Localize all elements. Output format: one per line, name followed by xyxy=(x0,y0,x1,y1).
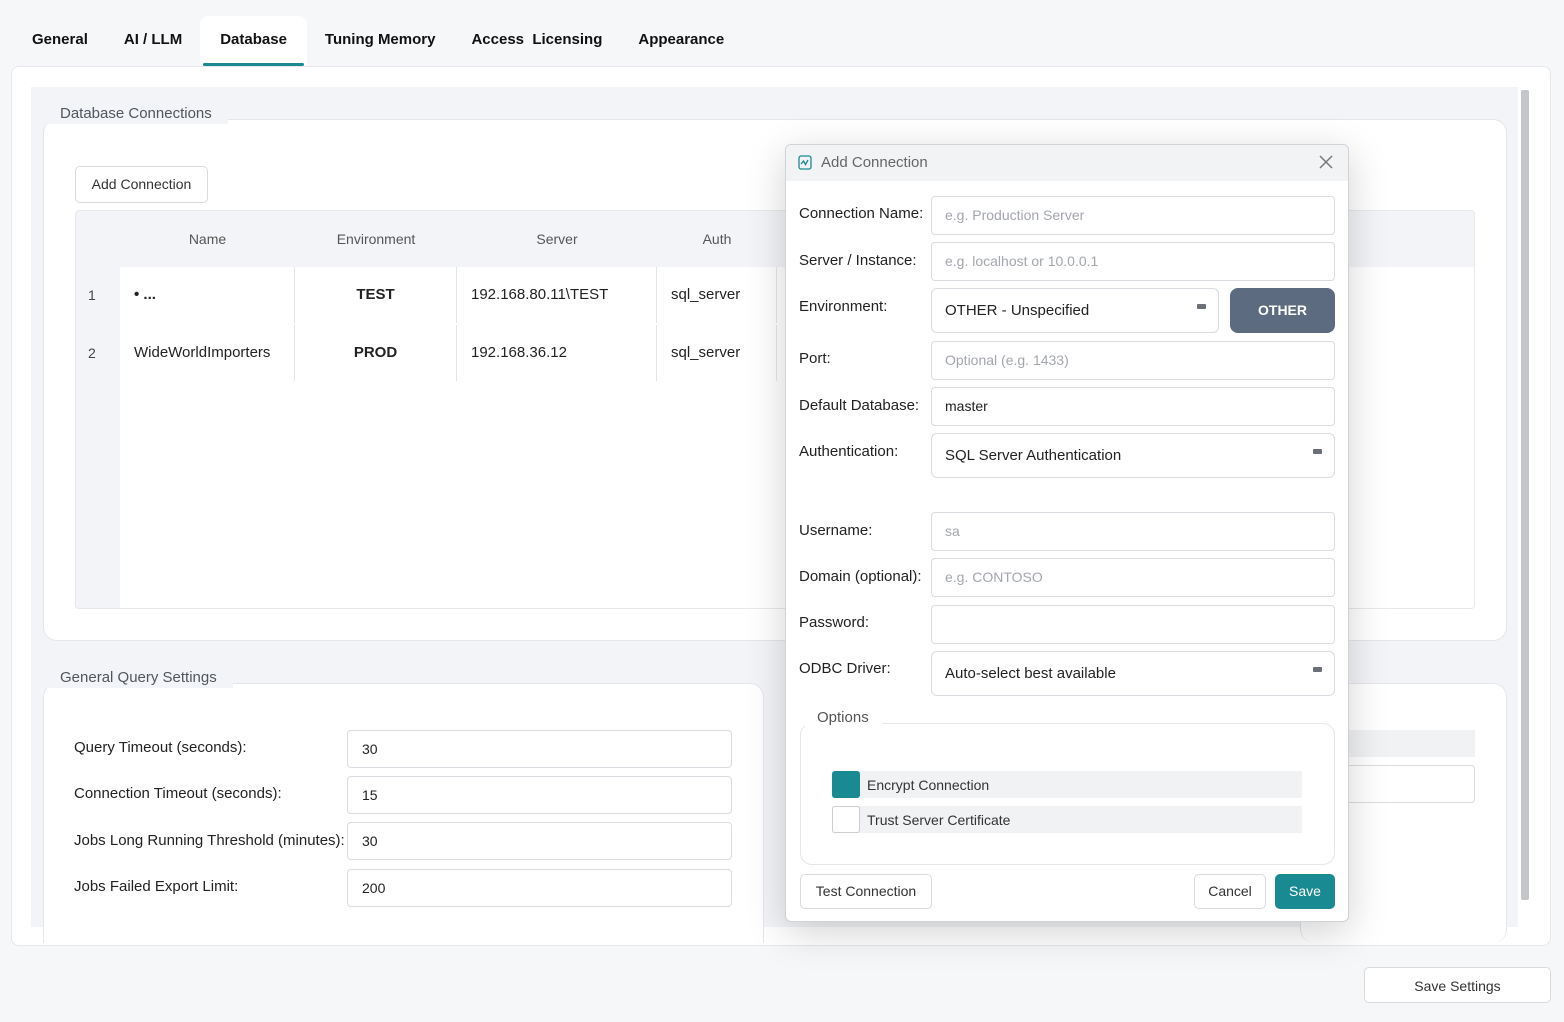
chevron-down-icon xyxy=(1313,449,1322,454)
connection-name-input[interactable]: e.g. Production Server xyxy=(931,196,1335,235)
password-label: Password: xyxy=(799,614,870,631)
general-query-title: General Query Settings xyxy=(44,668,233,688)
right-settings-input[interactable] xyxy=(1340,765,1475,803)
test-connection-button[interactable]: Test Connection xyxy=(800,874,932,909)
connection-icon xyxy=(798,155,812,170)
row-number: 2 xyxy=(76,325,120,381)
trust-certificate-label: Trust Server Certificate xyxy=(867,812,1011,828)
port-input[interactable]: Optional (e.g. 1433) xyxy=(931,341,1335,380)
table-row[interactable]: 1 • ... TEST 192.168.80.11\TEST sql_serv… xyxy=(76,267,777,323)
tab-ai-llm[interactable]: AI / LLM xyxy=(106,16,200,66)
row-number: 1 xyxy=(76,267,120,323)
table-row[interactable]: 2 WideWorldImporters PROD 192.168.36.12 … xyxy=(76,325,777,381)
environment-select[interactable]: OTHER - Unspecified xyxy=(931,288,1219,333)
encrypt-connection-label: Encrypt Connection xyxy=(867,777,990,793)
settings-tabs: General AI / LLM Database Tuning Memory … xyxy=(14,16,742,66)
port-label: Port: xyxy=(799,350,831,367)
tab-database[interactable]: Database xyxy=(200,16,307,66)
chevron-down-icon xyxy=(1197,304,1206,309)
password-input[interactable] xyxy=(931,605,1335,644)
connection-timeout-label: Connection Timeout (seconds): xyxy=(74,785,282,802)
odbc-driver-value: Auto-select best available xyxy=(945,665,1116,682)
close-icon[interactable] xyxy=(1318,154,1334,170)
save-settings-button[interactable]: Save Settings xyxy=(1364,967,1551,1003)
server-label: Server / Instance: xyxy=(799,252,917,269)
add-connection-dialog: Add Connection Connection Name: e.g. Pro… xyxy=(785,144,1349,922)
jobs-threshold-label: Jobs Long Running Threshold (minutes): xyxy=(74,832,345,849)
encrypt-connection-checkbox[interactable] xyxy=(832,771,860,798)
username-input[interactable]: sa xyxy=(931,512,1335,551)
cell-auth: sql_server xyxy=(657,325,777,381)
col-header-auth[interactable]: Auth xyxy=(657,211,777,267)
connection-name-label: Connection Name: xyxy=(799,205,924,222)
cell-server: 192.168.80.11\TEST xyxy=(457,267,657,323)
jobs-export-limit-label: Jobs Failed Export Limit: xyxy=(74,878,239,895)
authentication-value: SQL Server Authentication xyxy=(945,447,1122,464)
tab-general[interactable]: General xyxy=(14,16,106,66)
environment-label: Environment: xyxy=(799,298,888,315)
tab-tuning-memory[interactable]: Tuning Memory xyxy=(307,16,454,66)
username-label: Username: xyxy=(799,522,873,539)
vertical-scrollbar[interactable] xyxy=(1521,90,1529,900)
server-input[interactable]: e.g. localhost or 10.0.0.1 xyxy=(931,242,1335,281)
cell-auth: sql_server xyxy=(657,267,777,323)
dialog-title: Add Connection xyxy=(821,154,928,171)
jobs-threshold-input[interactable]: 30 xyxy=(347,822,732,860)
col-header-name[interactable]: Name xyxy=(120,211,295,267)
cell-environment: PROD xyxy=(295,325,457,381)
domain-label: Domain (optional): xyxy=(799,568,922,585)
odbc-driver-select[interactable]: Auto-select best available xyxy=(931,651,1335,696)
environment-value: OTHER - Unspecified xyxy=(945,302,1090,319)
environment-badge: OTHER xyxy=(1230,288,1335,333)
right-settings-strip xyxy=(1340,730,1475,757)
db-connections-title: Database Connections xyxy=(44,104,228,124)
col-header-environment[interactable]: Environment xyxy=(295,211,457,267)
authentication-select[interactable]: SQL Server Authentication xyxy=(931,433,1335,478)
tab-access-licensing[interactable]: Access Licensing xyxy=(453,16,620,66)
odbc-driver-label: ODBC Driver: xyxy=(799,660,891,677)
cell-environment: TEST xyxy=(295,267,457,323)
query-timeout-label: Query Timeout (seconds): xyxy=(74,739,247,756)
domain-input[interactable]: e.g. CONTOSO xyxy=(931,558,1335,597)
default-database-label: Default Database: xyxy=(799,397,920,414)
options-title: Options xyxy=(804,709,882,726)
jobs-export-limit-input[interactable]: 200 xyxy=(347,869,732,907)
default-database-input[interactable]: master xyxy=(931,387,1335,426)
col-header-server[interactable]: Server xyxy=(457,211,657,267)
authentication-label: Authentication: xyxy=(799,443,899,460)
cell-server: 192.168.36.12 xyxy=(457,325,657,381)
save-button[interactable]: Save xyxy=(1275,874,1335,909)
trust-certificate-checkbox[interactable] xyxy=(832,806,860,833)
query-timeout-input[interactable]: 30 xyxy=(347,730,732,768)
cell-name: WideWorldImporters xyxy=(120,325,295,381)
chevron-down-icon xyxy=(1313,667,1322,672)
cell-name: • ... xyxy=(120,267,295,323)
cancel-button[interactable]: Cancel xyxy=(1194,874,1266,909)
tab-appearance[interactable]: Appearance xyxy=(620,16,742,66)
connection-timeout-input[interactable]: 15 xyxy=(347,776,732,814)
add-connection-button[interactable]: Add Connection xyxy=(75,166,208,203)
dialog-header[interactable]: Add Connection xyxy=(786,145,1348,181)
